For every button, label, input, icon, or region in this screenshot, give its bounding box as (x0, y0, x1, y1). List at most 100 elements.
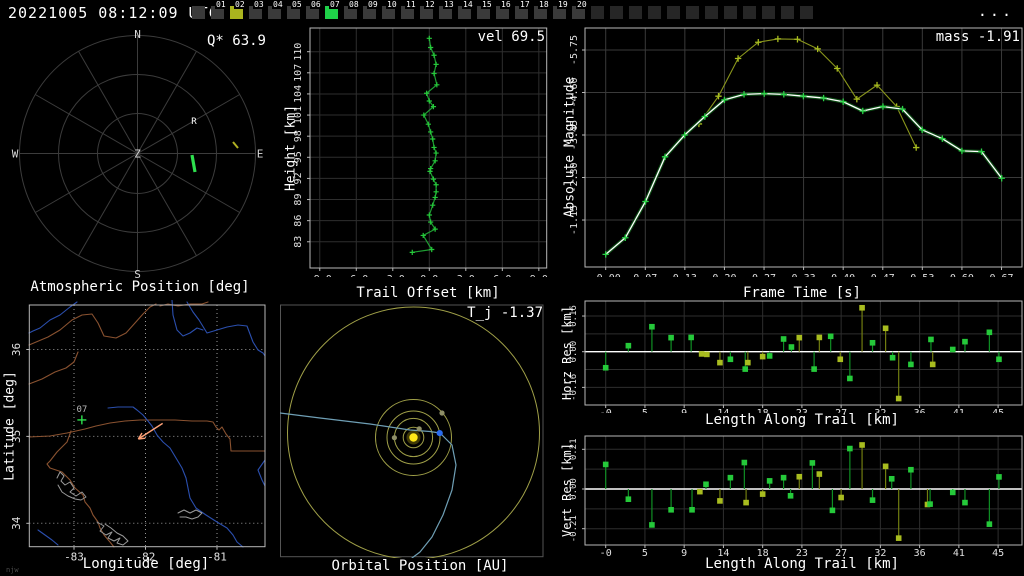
frame-cell-label: 19 (557, 0, 569, 9)
horizontal-residuals-panel: -05914182327323641450.160.00-0.16 Horz R… (560, 295, 1024, 430)
magnitude-axis-label: Absolute Magnitude (562, 76, 578, 218)
frame-cell-11[interactable]: 11 (401, 0, 417, 19)
frame-cell-blank-21[interactable] (591, 6, 604, 19)
orbital-title: Orbital Position [AU] (331, 558, 509, 574)
tisserand-readout: T_j -1.37 (467, 305, 543, 321)
svg-text:36: 36 (10, 343, 23, 356)
frame-cell-blank-27[interactable] (705, 6, 718, 19)
frame-cell-blank-0[interactable] (192, 6, 205, 19)
frame-cell-blank-26[interactable] (686, 6, 699, 19)
svg-text:N: N (134, 28, 141, 41)
svg-text:0.20: 0.20 (712, 273, 736, 277)
frame-cell-20[interactable]: 20 (572, 0, 588, 19)
frame-cell-label: 01 (215, 0, 227, 9)
trail-offset-axis-label: Trail Offset [km] (356, 285, 500, 301)
frame-cell-blank-30[interactable] (762, 6, 775, 19)
svg-text:0.53: 0.53 (910, 273, 934, 277)
frame-cell-label: 20 (576, 0, 588, 9)
frame-cell-14[interactable]: 14 (458, 0, 474, 19)
svg-text:0.13: 0.13 (673, 273, 697, 277)
height-axis-label: Height [km] (283, 104, 299, 192)
frame-cell-07[interactable]: 07 (325, 0, 341, 19)
svg-text:-6.0: -6.0 (344, 274, 368, 277)
frame-cell-blank-24[interactable] (648, 6, 661, 19)
vert-length-axis-label: Length Along Trail [km] (705, 556, 899, 572)
trail-offset-panel: -9.0-6.0-3.00.03.06.09.08386899295981011… (280, 25, 560, 301)
svg-text:0.0: 0.0 (420, 274, 438, 277)
frame-cell-label: 06 (310, 0, 322, 9)
svg-text:110: 110 (293, 43, 304, 61)
meteor-analysis-screen: 20221005 08:12:09 UTC 01 02 03 04 05 06 07 08 09… (0, 0, 1024, 576)
frame-cell-label: 04 (272, 0, 284, 9)
svg-text:9.0: 9.0 (530, 274, 548, 277)
frame-cell-blank-23[interactable] (629, 6, 642, 19)
svg-text:34: 34 (10, 516, 23, 530)
frame-cell-08[interactable]: 08 (344, 0, 360, 19)
frame-cell-blank-31[interactable] (781, 6, 794, 19)
frame-cell-06[interactable]: 06 (306, 0, 322, 19)
frame-cell-09[interactable]: 09 (363, 0, 379, 19)
horizontal-residuals-plot: -05914182327323641450.160.00-0.16 (569, 300, 1023, 413)
frame-cell-18[interactable]: 18 (534, 0, 550, 19)
mass-readout: mass -1.91 (935, 29, 1020, 45)
watermark: njw (6, 566, 19, 574)
frame-cell-02[interactable]: 02 (230, 0, 246, 19)
frame-selector: 01 02 03 04 05 06 07 08 09 10 11 12 13 14 15 16 17 18 19 20 (192, 0, 813, 19)
frame-cell-blank-25[interactable] (667, 6, 680, 19)
velocity-readout: vel 69.5 (477, 29, 545, 45)
frame-cell-12[interactable]: 12 (420, 0, 436, 19)
frame-cell-05[interactable]: 05 (287, 0, 303, 19)
svg-text:E: E (257, 148, 264, 161)
utc-clock: 20221005 08:12:09 UTC (8, 4, 219, 22)
frame-cell-13[interactable]: 13 (439, 0, 455, 19)
svg-text:0.40: 0.40 (831, 273, 855, 277)
svg-text:0.27: 0.27 (752, 273, 776, 277)
frame-cell-01[interactable]: 01 (211, 0, 227, 19)
frame-cell-16[interactable]: 16 (496, 0, 512, 19)
frame-cell-04[interactable]: 04 (268, 0, 284, 19)
svg-text:R: R (191, 117, 197, 127)
trail-offset-plot: -9.0-6.0-3.00.03.06.09.08386899295981011… (293, 27, 548, 277)
overflow-menu-icon[interactable]: ... (978, 2, 1014, 20)
light-curve-plot: -0.00 0.07 0.13 0.20 0.27 0.33 0.40 0.47 0.53 0.6… (569, 27, 1023, 277)
frame-cell-blank-28[interactable] (724, 6, 737, 19)
horz-length-axis-label: Length Along Trail [km] (705, 412, 899, 428)
frame-cell-label: 09 (367, 0, 379, 9)
frame-cell-03[interactable]: 03 (249, 0, 265, 19)
frame-cell-15[interactable]: 15 (477, 0, 493, 19)
longitude-axis-label: Longitude [deg] (82, 556, 210, 572)
latitude-axis-label: Latitude [deg] (2, 371, 18, 481)
orbital-position-panel: T_j -1.37 Orbital Position [AU] (280, 300, 560, 576)
frame-cell-label: 02 (234, 0, 246, 9)
frame-cell-label: 05 (291, 0, 303, 9)
frame-cell-19[interactable]: 19 (553, 0, 569, 19)
svg-text:3.0: 3.0 (457, 274, 475, 277)
atmospheric-position-plot: NSW EZR (12, 28, 264, 280)
frame-cell-10[interactable]: 10 (382, 0, 398, 19)
q-statistic: Q* 63.9 (206, 33, 266, 49)
svg-text:107: 107 (293, 64, 304, 82)
frame-cell-blank-29[interactable] (743, 6, 756, 19)
svg-text:-3.0: -3.0 (381, 274, 405, 277)
svg-text:-0.00: -0.00 (591, 273, 621, 277)
svg-text:W: W (12, 148, 19, 161)
svg-text:6.0: 6.0 (493, 274, 511, 277)
ground-map-panel: -83 -82 -81 36 35 34 07 Latitude [deg] Longitu… (0, 300, 280, 576)
svg-text:-9.0: -9.0 (308, 274, 332, 277)
orbital-position-plot (280, 304, 544, 558)
frame-cell-label: 08 (348, 0, 360, 9)
frame-cell-blank-22[interactable] (610, 6, 623, 19)
svg-text:0.07: 0.07 (633, 273, 657, 277)
light-curve-panel: -0.00 0.07 0.13 0.20 0.27 0.33 0.40 0.47 0.53 0.6… (560, 25, 1024, 301)
svg-text:83: 83 (293, 236, 304, 248)
frame-cell-label: 13 (443, 0, 455, 9)
frame-cell-17[interactable]: 17 (515, 0, 531, 19)
frame-cell-label: 03 (253, 0, 265, 9)
top-bar: 20221005 08:12:09 UTC 01 02 03 04 05 06 07 08 09… (0, 0, 1024, 25)
svg-text:07: 07 (76, 405, 87, 415)
frame-cell-label: 11 (405, 0, 417, 9)
vertical-residuals-plot: -0 5 9 14 18 23 27 32 36 41 450.210.00-0.21 (569, 435, 1023, 558)
frame-cell-blank-32[interactable] (800, 6, 813, 19)
svg-text:89: 89 (293, 194, 304, 206)
ground-map-plot: -83 -82 -8136353407 (10, 300, 266, 564)
